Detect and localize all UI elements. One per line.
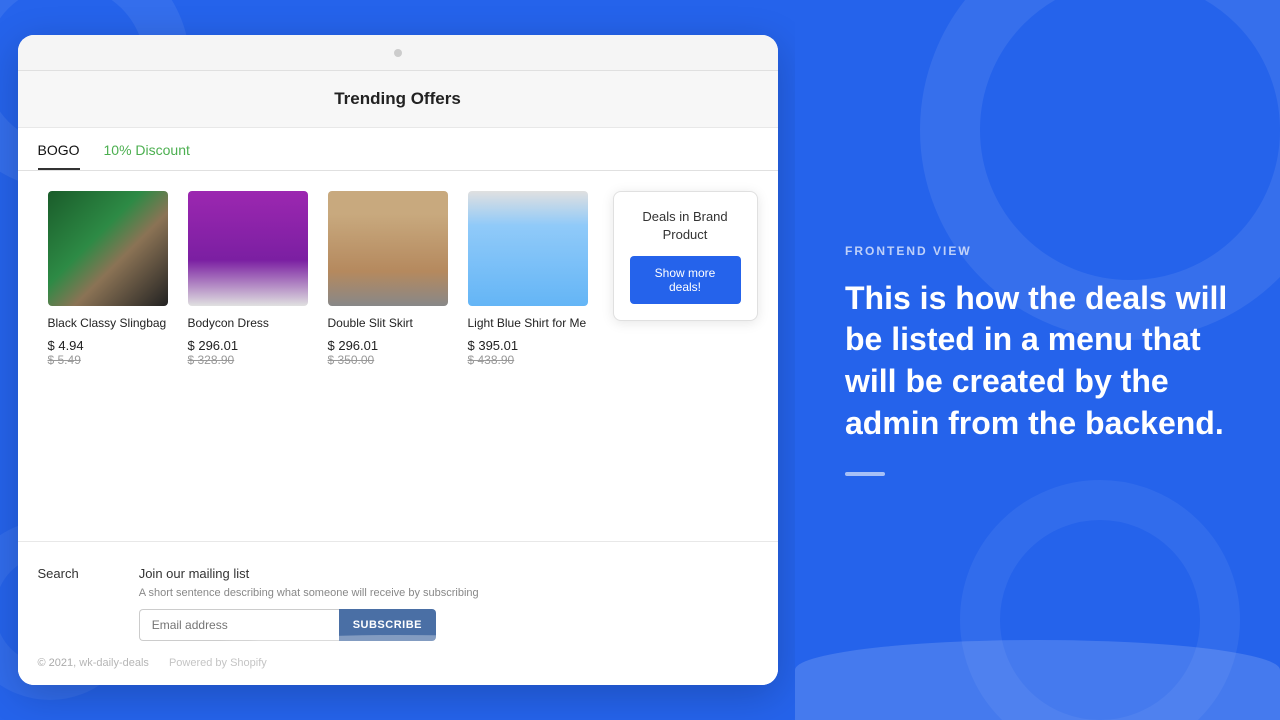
product-name: Light Blue Shirt for Me [468,316,588,332]
products-scroll: Black Classy Slingbag $ 4.94 $ 5.49 Body… [38,191,605,382]
mailing-desc: A short sentence describing what someone… [139,587,758,599]
product-image [48,191,168,306]
product-name: Black Classy Slingbag [48,316,168,332]
left-panel: Trending Offers BOGO 10% Discount Black … [0,0,795,720]
product-name: Bodycon Dress [188,316,308,332]
mailing-title: Join our mailing list [139,566,758,581]
product-image [328,191,448,306]
product-image [188,191,308,306]
product-card[interactable]: Double Slit Skirt $ 296.01 $ 350.00 [318,191,458,382]
price-row: $ 395.01 $ 438.90 [468,338,588,367]
price-original: $ 5.49 [48,353,168,367]
footer-mailing: Join our mailing list A short sentence d… [139,566,758,641]
wave-decoration [795,640,1280,720]
price-current: $ 296.01 [328,338,448,353]
trending-title: Trending Offers [38,89,758,109]
price-original: $ 438.90 [468,353,588,367]
browser-mockup: Trending Offers BOGO 10% Discount Black … [18,35,778,685]
footer-search-link[interactable]: Search [38,566,79,581]
product-card[interactable]: Light Blue Shirt for Me $ 395.01 $ 438.9… [458,191,598,382]
product-image [468,191,588,306]
product-card[interactable]: Bodycon Dress $ 296.01 $ 328.90 [178,191,318,382]
price-original: $ 328.90 [188,353,308,367]
tab-bogo[interactable]: BOGO [38,142,80,170]
price-current: $ 296.01 [188,338,308,353]
price-row: $ 4.94 $ 5.49 [48,338,168,367]
accent-line [845,472,885,476]
show-more-deals-button[interactable]: Show more deals! [630,256,741,304]
tabs-row: BOGO 10% Discount [18,128,778,171]
main-description: This is how the deals will be listed in … [845,278,1230,444]
product-name: Double Slit Skirt [328,316,448,332]
deals-popup: Deals in Brand Product Show more deals! [613,191,758,321]
frontend-label: FRONTEND VIEW [845,244,1230,258]
deals-popup-title: Deals in Brand Product [630,208,741,244]
right-panel: FRONTEND VIEW This is how the deals will… [795,0,1280,720]
browser-dot [394,49,402,57]
price-current: $ 395.01 [468,338,588,353]
products-area: Black Classy Slingbag $ 4.94 $ 5.49 Body… [18,171,778,402]
store-content: Trending Offers BOGO 10% Discount Black … [18,71,778,685]
footer-inner: Search Join our mailing list A short sen… [38,566,758,641]
trending-header: Trending Offers [18,71,778,128]
price-row: $ 296.01 $ 328.90 [188,338,308,367]
product-card[interactable]: Black Classy Slingbag $ 4.94 $ 5.49 [38,191,178,382]
price-original: $ 350.00 [328,353,448,367]
product-card[interactable]: Basic White Tee for Su $ 395.01 $ 438.90 [598,191,605,382]
browser-topbar [18,35,778,71]
tab-discount[interactable]: 10% Discount [104,142,190,170]
price-row: $ 296.01 $ 350.00 [328,338,448,367]
price-current: $ 4.94 [48,338,168,353]
